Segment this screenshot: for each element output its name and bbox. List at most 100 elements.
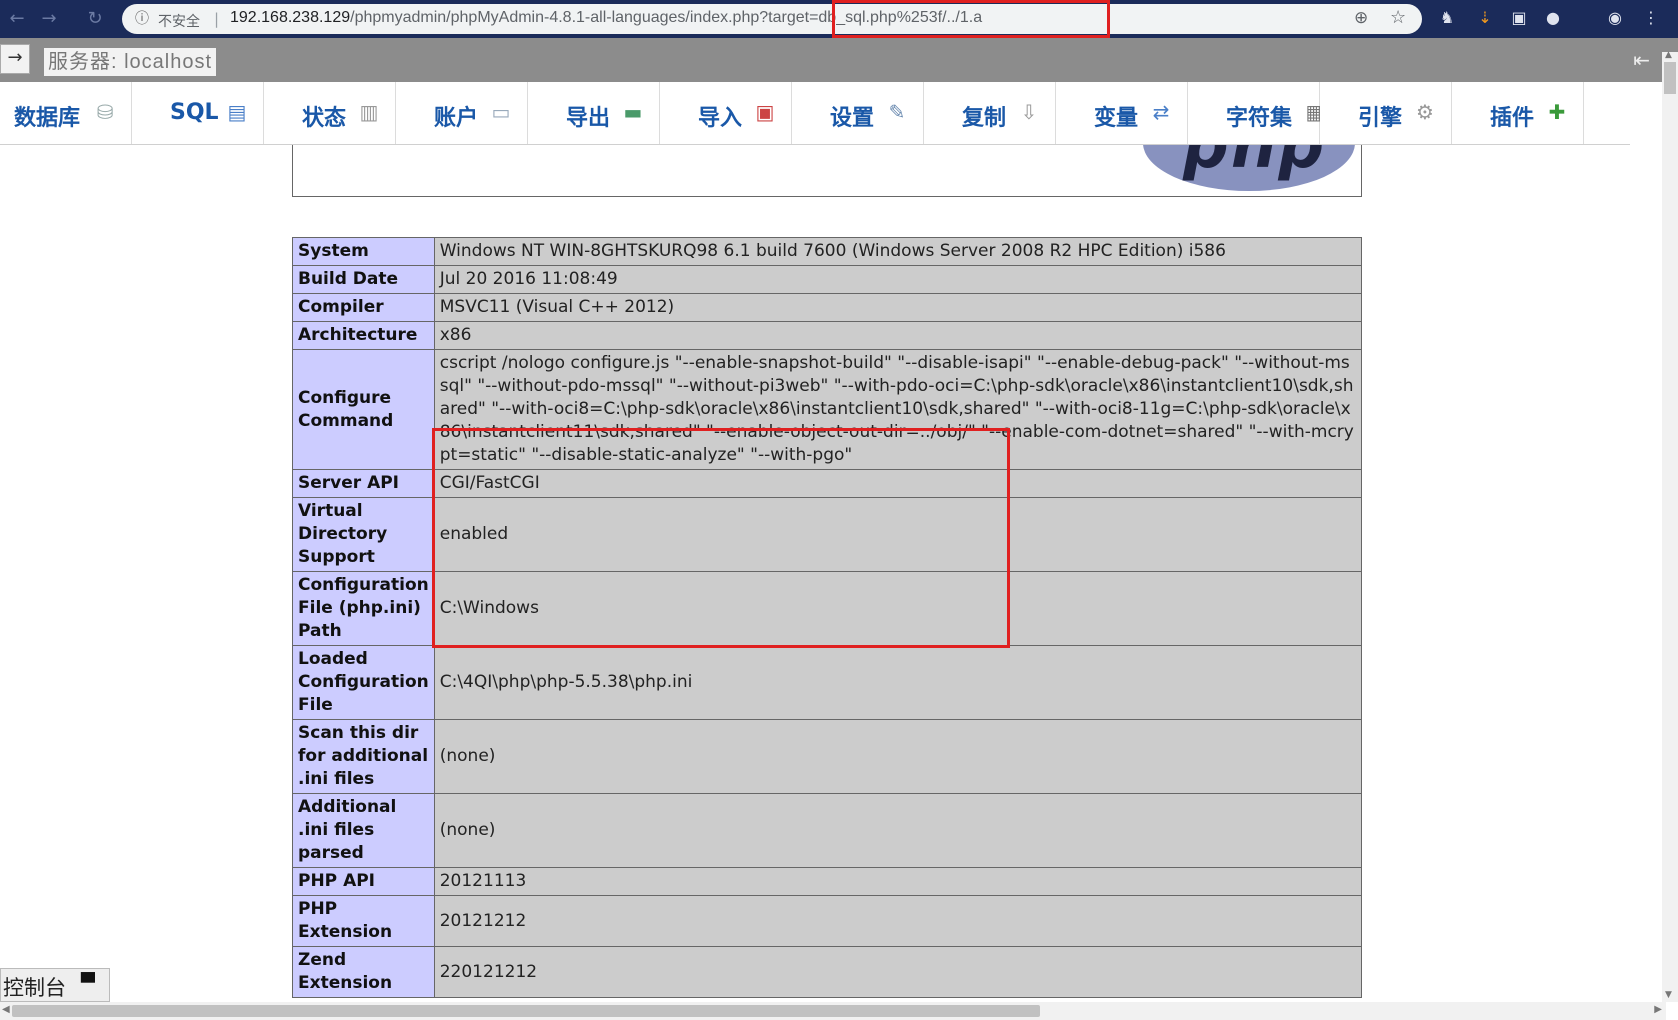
phpinfo-key: Zend Extension xyxy=(292,946,435,998)
scroll-up-arrow-icon[interactable]: ▲ xyxy=(1665,50,1672,60)
phpinfo-row: PHP Extension 20121212 xyxy=(292,895,1363,947)
reload-icon[interactable]: ↻ xyxy=(84,8,106,30)
vertical-scrollbar[interactable]: ▲ ▼ xyxy=(1662,50,1678,1002)
tab-accounts[interactable]: 账户 ▭ xyxy=(396,82,528,144)
tab-variables[interactable]: 变量 ⇄ xyxy=(1056,82,1188,144)
phpinfo-header-box: php xyxy=(292,145,1362,197)
phpinfo-key: Server API xyxy=(292,469,435,498)
horizontal-scroll-thumb[interactable] xyxy=(12,1005,1040,1017)
back-icon[interactable]: ← xyxy=(6,8,28,30)
tab-export[interactable]: 导出 ▬ xyxy=(528,82,660,144)
phpinfo-value: (none) xyxy=(433,719,1363,794)
engine-icon: ⚙ xyxy=(1416,100,1434,124)
tab-charset[interactable]: 字符集 ▦ xyxy=(1188,82,1324,144)
replication-icon: ⇩ xyxy=(1020,100,1038,124)
phpinfo-value: x86 xyxy=(433,321,1363,350)
phpinfo-value: 20121113 xyxy=(433,867,1363,896)
phpinfo-value: Jul 20 2016 11:08:49 xyxy=(433,265,1363,294)
phpinfo-row: System Windows NT WIN-8GHTSKURQ98 6.1 bui… xyxy=(292,237,1363,266)
phpinfo-key: Scan this dir for additional .ini files xyxy=(292,719,435,794)
tab-plugins[interactable]: 插件 ✚ xyxy=(1452,82,1584,144)
tab-label: 账户 xyxy=(434,106,479,131)
forward-icon[interactable]: → xyxy=(38,8,60,30)
variables-icon: ⇄ xyxy=(1152,100,1170,124)
server-label[interactable]: 服务器: localhost xyxy=(44,48,217,76)
insecure-label: 不安全 xyxy=(158,14,200,30)
tab-label: 字符集 xyxy=(1226,106,1293,131)
phpinfo-key: Loaded Configuration File xyxy=(292,645,435,720)
extension-download-icon[interactable]: ⇣ xyxy=(1474,7,1496,29)
extension-icon[interactable]: ♞ xyxy=(1436,7,1458,29)
phpinfo-row: Compiler MSVC11 (Visual C++ 2012) xyxy=(292,293,1363,322)
phpinfo-value: 20121212 xyxy=(433,895,1363,947)
phpinfo-row: Zend Extension 220121212 xyxy=(292,946,1363,998)
phpinfo-key: System xyxy=(292,237,435,266)
tab-status[interactable]: 状态 ▥ xyxy=(264,82,396,144)
scroll-down-arrow-icon[interactable]: ▼ xyxy=(1665,990,1672,1000)
extension-icon[interactable]: ▣ xyxy=(1508,7,1530,29)
address-bar[interactable]: ⓘ 不安全 | 192.168.238.129/phpmyadmin/phpMy… xyxy=(122,4,1422,34)
tab-label: 导入 xyxy=(698,106,743,131)
phpinfo-key: Additional .ini files parsed xyxy=(292,793,435,868)
import-icon: ▣ xyxy=(755,100,775,124)
tab-engines[interactable]: 引擎 ⚙ xyxy=(1320,82,1452,144)
phpinfo-row: Loaded Configuration File C:\4QI\php\php-… xyxy=(292,645,1363,720)
collapse-icon[interactable]: ⇤ xyxy=(1633,48,1650,72)
phpinfo-key: Configure Command xyxy=(292,349,435,470)
tab-label: 变量 xyxy=(1094,106,1139,131)
wrench-icon: ✎ xyxy=(888,100,906,124)
phpinfo-row: Build Date Jul 20 2016 11:08:49 xyxy=(292,265,1363,294)
scroll-right-arrow-icon[interactable]: ▶ xyxy=(1654,1004,1662,1015)
puzzle-icon: ✚ xyxy=(1548,100,1566,124)
php-logo-text: php xyxy=(1183,145,1327,183)
console-icon: ▀ xyxy=(81,973,95,994)
tab-sql[interactable]: SQL ▤ xyxy=(132,82,264,144)
server-bar: → 服务器: localhost ⇤ xyxy=(0,38,1678,82)
configure-command-highlight xyxy=(432,428,1010,648)
console-label: 控制台 xyxy=(3,976,66,1000)
tab-import[interactable]: 导入 ▣ xyxy=(660,82,792,144)
phpinfo-value: (none) xyxy=(433,793,1363,868)
vertical-scroll-thumb[interactable] xyxy=(1664,62,1676,94)
phpinfo-key: Compiler xyxy=(292,293,435,322)
scroll-left-arrow-icon[interactable]: ◀ xyxy=(2,1004,10,1015)
phpinfo-row: Architecture x86 xyxy=(292,321,1363,350)
tab-label: 状态 xyxy=(302,106,347,131)
tab-label: 复制 xyxy=(962,106,1007,131)
tab-label: 导出 xyxy=(566,106,611,131)
tab-label: SQL xyxy=(170,100,219,125)
url-separator: | xyxy=(214,10,220,28)
navigation-arrow-icon[interactable]: → xyxy=(0,44,30,74)
phpinfo-key: PHP API xyxy=(292,867,435,896)
status-icon: ▥ xyxy=(359,100,379,124)
tab-label: 数据库 xyxy=(14,106,81,131)
profile-icon[interactable]: ◉ xyxy=(1604,7,1626,29)
phpinfo-value: 220121212 xyxy=(433,946,1363,998)
extension-icon[interactable]: ● xyxy=(1542,7,1564,29)
phpinfo-key: Architecture xyxy=(292,321,435,350)
export-icon: ▬ xyxy=(623,100,643,124)
menu-icon[interactable]: ⋮ xyxy=(1640,7,1662,29)
phpinfo-key: Configuration File (php.ini) Path xyxy=(292,571,435,646)
tab-label: 引擎 xyxy=(1358,106,1403,131)
info-icon[interactable]: ⓘ xyxy=(132,9,152,29)
phpinfo-row: Additional .ini files parsed (none) xyxy=(292,793,1363,868)
phpinfo-key: PHP Extension xyxy=(292,895,435,947)
database-icon: ⛁ xyxy=(96,100,114,124)
browser-toolbar: ← → ↻ ⓘ 不安全 | 192.168.238.129/phpmyadmin… xyxy=(0,0,1678,38)
phpinfo-content: php System Windows NT WIN-8GHTSKURQ98 6.1… xyxy=(0,145,1648,1000)
url-host: 192.168.238.129 xyxy=(230,9,351,26)
bookmark-star-icon[interactable]: ☆ xyxy=(1390,7,1406,28)
tab-replication[interactable]: 复制 ⇩ xyxy=(924,82,1056,144)
tab-databases[interactable]: 数据库 ⛁ xyxy=(0,82,132,144)
phpinfo-value: Windows NT WIN-8GHTSKURQ98 6.1 build 760… xyxy=(433,237,1363,266)
phpinfo-value: C:\4QI\php\php-5.5.38\php.ini xyxy=(433,645,1363,720)
phpinfo-value: MSVC11 (Visual C++ 2012) xyxy=(433,293,1363,322)
tab-label: 插件 xyxy=(1490,106,1535,131)
phpinfo-key: Virtual Directory Support xyxy=(292,497,435,572)
zoom-icon[interactable]: ⊕ xyxy=(1354,8,1368,28)
horizontal-scrollbar[interactable]: ◀ ▶ xyxy=(0,1002,1666,1020)
console-tab[interactable]: 控制台 ▀ xyxy=(0,968,110,1002)
url-query-highlight xyxy=(832,0,1110,38)
tab-settings[interactable]: 设置 ✎ xyxy=(792,82,924,144)
